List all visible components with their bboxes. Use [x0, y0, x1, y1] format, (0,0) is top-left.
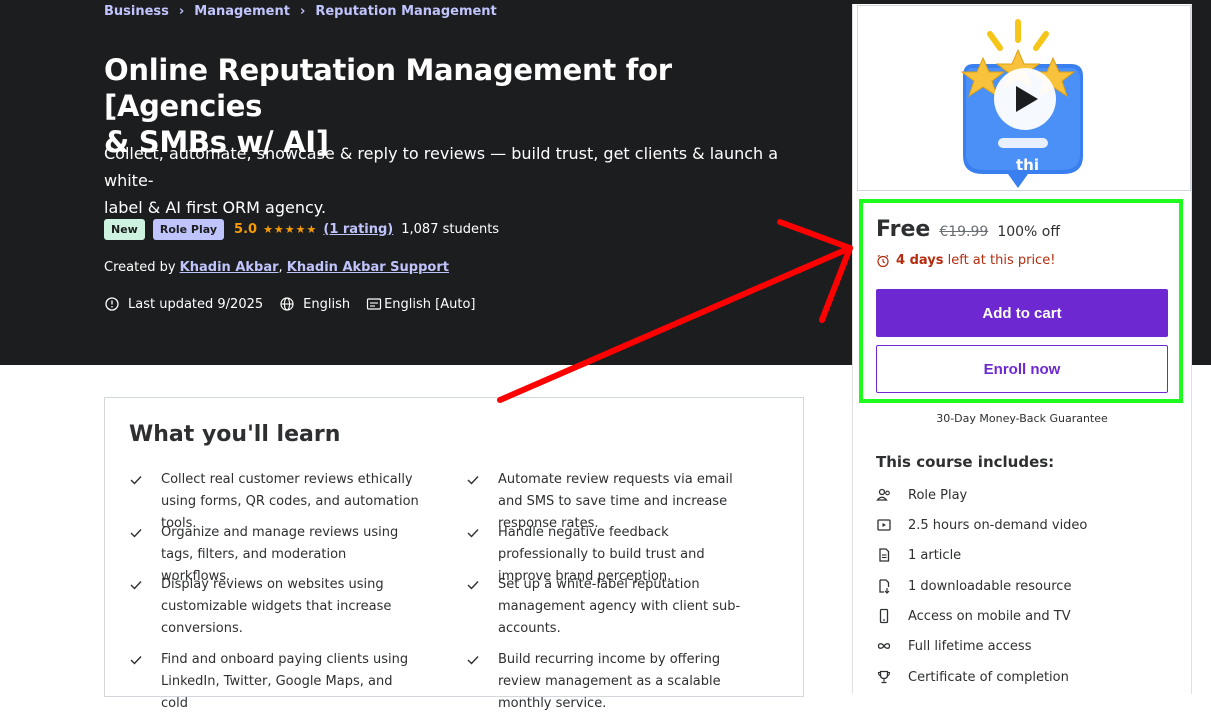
- chevron-right-icon: ›: [299, 4, 306, 19]
- learn-item: Display reviews on websites using custom…: [129, 574, 419, 640]
- chevron-right-icon: ›: [178, 4, 185, 19]
- course-subtitle-line1: Collect, automate, showcase & reply to r…: [104, 144, 779, 190]
- includes-item: Role Play: [876, 487, 967, 503]
- download-icon: [879, 579, 890, 594]
- learn-item: Build recurring income by offering revie…: [466, 649, 756, 715]
- breadcrumb-item-management[interactable]: Management: [194, 4, 290, 19]
- created-by-label: Created by: [104, 260, 176, 275]
- rating-count-link[interactable]: (1 rating): [323, 222, 393, 237]
- includes-item: Certificate of completion: [876, 669, 1069, 685]
- author-separator: ,: [278, 260, 283, 275]
- includes-item: Full lifetime access: [876, 638, 1031, 654]
- course-captions: English [Auto]: [384, 296, 476, 312]
- alert-clock-icon: [105, 297, 119, 311]
- checkmark-icon: [130, 476, 142, 485]
- includes-item: 1 article: [876, 547, 961, 563]
- infinity-icon: [877, 643, 891, 649]
- article-icon: [879, 548, 890, 562]
- author-link-2[interactable]: Khadin Akbar Support: [287, 260, 449, 275]
- captions-icon: [366, 298, 382, 310]
- course-title-line1: Online Reputation Management for [Agenci…: [104, 53, 672, 123]
- checkmark-icon: [467, 476, 479, 485]
- globe-icon: [280, 297, 294, 311]
- checkmark-icon: [467, 581, 479, 590]
- course-preview[interactable]: thi: [857, 5, 1191, 191]
- includes-title: This course includes:: [876, 453, 1055, 471]
- role-play-badge: Role Play: [152, 218, 225, 240]
- trophy-icon: [877, 670, 891, 684]
- learn-item: Set up a white-label reputation manageme…: [466, 574, 756, 640]
- star-rating-icon: ★★★★★: [263, 222, 318, 236]
- money-back-guarantee: 30-Day Money-Back Guarantee: [936, 412, 1108, 425]
- breadcrumb-item-business[interactable]: Business: [104, 4, 169, 19]
- course-meta: Last updated 9/2025 English English [Aut…: [104, 296, 492, 312]
- what-you-learn-heading: What you'll learn: [129, 422, 341, 447]
- mobile-icon: [879, 608, 889, 624]
- checkmark-icon: [130, 581, 142, 590]
- highlight-box: [859, 199, 1183, 403]
- rating-value: 5.0: [234, 221, 258, 237]
- author-link-1[interactable]: Khadin Akbar: [180, 260, 279, 275]
- checkmark-icon: [467, 529, 479, 538]
- students-count: 1,087 students: [401, 221, 500, 237]
- breadcrumb-item-reputation[interactable]: Reputation Management: [315, 4, 496, 19]
- breadcrumb: Business › Management › Reputation Manag…: [104, 4, 497, 19]
- role-play-icon: [876, 488, 890, 501]
- includes-item: 2.5 hours on-demand video: [876, 517, 1087, 533]
- includes-item: 1 downloadable resource: [876, 578, 1071, 594]
- new-badge: New: [104, 218, 145, 240]
- learn-item: Find and onboard paying clients using Li…: [129, 649, 419, 715]
- checkmark-icon: [130, 529, 142, 538]
- preview-caption: thi: [1016, 156, 1039, 174]
- course-subtitle: Collect, automate, showcase & reply to r…: [104, 140, 814, 221]
- includes-item: Access on mobile and TV: [876, 608, 1071, 624]
- checkmark-icon: [130, 656, 142, 665]
- checkmark-icon: [467, 656, 479, 665]
- last-updated: Last updated 9/2025: [128, 296, 264, 312]
- video-icon: [877, 519, 891, 531]
- created-by: Created by Khadin Akbar, Khadin Akbar Su…: [104, 260, 449, 275]
- badges-row: New Role Play 5.0 ★★★★★ (1 rating) 1,087…: [104, 217, 499, 241]
- course-language: English: [303, 296, 351, 312]
